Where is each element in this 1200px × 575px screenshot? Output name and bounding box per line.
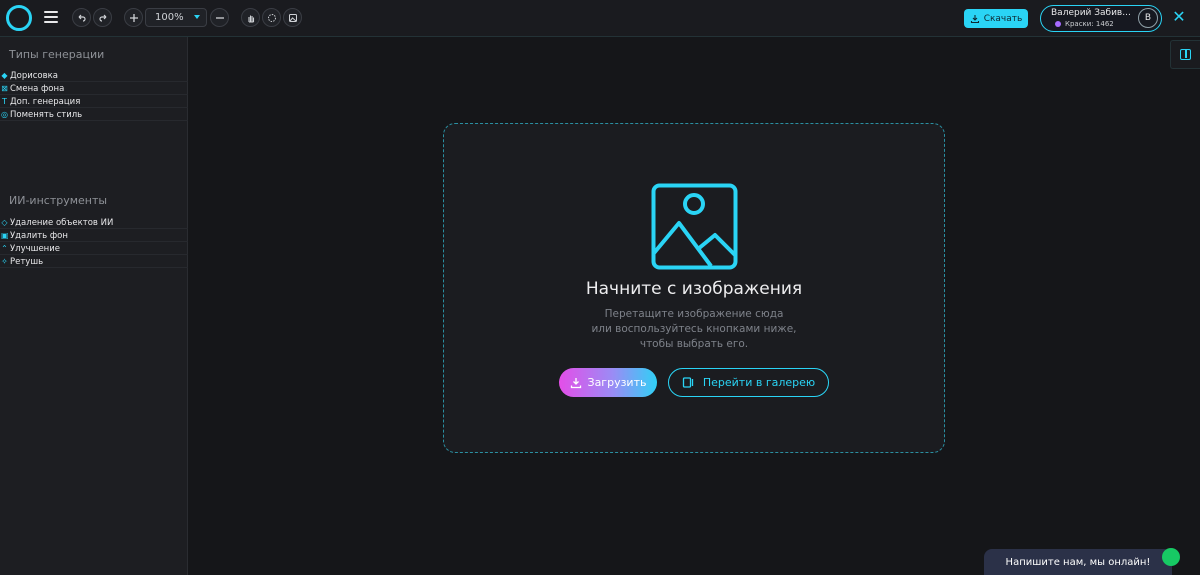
- chat-widget[interactable]: Напишите нам, мы онлайн!: [984, 548, 1180, 575]
- upload-button[interactable]: Загрузить: [559, 368, 657, 397]
- sidebar-item-background-change[interactable]: ⊠ Смена фона: [0, 83, 188, 95]
- sidebar-item-label: Улучшение: [10, 243, 60, 254]
- gallery-button[interactable]: Перейти в галерею: [668, 368, 829, 397]
- plus-icon: [129, 13, 138, 22]
- avatar: В: [1138, 8, 1158, 28]
- dropzone-subtitle-line: чтобы выбрать его.: [639, 338, 749, 350]
- lasso-select-button[interactable]: [262, 8, 281, 27]
- swap-box-icon: ⊠: [1, 84, 8, 93]
- download-icon: [970, 14, 979, 23]
- sidebar-item-change-style[interactable]: ◎ Поменять стиль: [0, 109, 188, 121]
- user-name: Валерий Забив...: [1051, 8, 1131, 18]
- cutout-icon: ▣: [1, 231, 9, 240]
- sidebar-item-label: Доп. генерация: [10, 96, 81, 107]
- sidebar-item-object-removal[interactable]: ◇ Удаление объектов ИИ: [0, 217, 188, 229]
- user-coins: Краски: 1462: [1065, 20, 1114, 28]
- eraser-icon: ◇: [1, 218, 8, 227]
- sidebar-item-remove-background[interactable]: ▣ Удалить фон: [0, 230, 188, 242]
- tools-group: [241, 8, 302, 28]
- zoom-in-button[interactable]: [124, 8, 143, 27]
- panel-icon: [1180, 49, 1191, 60]
- sidebar-item-label: Удаление объектов ИИ: [10, 217, 114, 228]
- sidebar-item-label: Удалить фон: [10, 230, 68, 241]
- dashed-circle-icon: [267, 13, 276, 22]
- sidebar-item-label: Смена фона: [10, 83, 65, 94]
- history-group: [72, 8, 112, 28]
- hand-tool-button[interactable]: [241, 8, 260, 27]
- text-icon: T: [2, 97, 7, 106]
- sidebar: Типы генерации ◆ Дорисовка ⊠ Смена фона …: [0, 37, 188, 575]
- online-status-icon: [1162, 548, 1180, 566]
- sparkle-icon: ✧: [1, 257, 8, 266]
- zoom-in-group: [124, 8, 143, 28]
- zoom-out-button[interactable]: [210, 8, 229, 27]
- dropzone-subtitle: Перетащите изображение сюда или воспольз…: [444, 307, 944, 352]
- undo-button[interactable]: [72, 8, 91, 27]
- redo-icon: [98, 14, 106, 22]
- sidebar-item-label: Поменять стиль: [10, 109, 83, 120]
- dropzone-title: Начните с изображения: [585, 279, 803, 299]
- sidebar-item-retouch[interactable]: ✧ Ретушь: [0, 256, 188, 268]
- undo-icon: [78, 14, 86, 22]
- download-icon: [570, 377, 581, 388]
- gallery-icon: [682, 377, 693, 388]
- zoom-value: 100%: [155, 12, 184, 23]
- sidebar-item-label: Дорисовка: [10, 70, 58, 81]
- image-placeholder-icon: [651, 183, 738, 270]
- chevrons-up-icon: ⌃: [1, 244, 8, 253]
- sidebar-item-enhance[interactable]: ⌃ Улучшение: [0, 243, 188, 255]
- generation-types-title: Типы генерации: [9, 48, 105, 61]
- hamburger-menu-icon[interactable]: [44, 11, 58, 25]
- right-panel-toggle-button[interactable]: [1170, 40, 1200, 69]
- sidebar-item-extra-generation[interactable]: T Доп. генерация: [0, 96, 188, 108]
- zoom-select[interactable]: 100%: [145, 8, 207, 27]
- dropzone-subtitle-line: Перетащите изображение сюда: [604, 308, 784, 320]
- zoom-out-group: [210, 8, 229, 28]
- paint-coin-icon: [1055, 21, 1061, 27]
- top-toolbar: 100% Скачать Валерий Забив... Краски: 14…: [0, 0, 1200, 37]
- close-icon[interactable]: ✕: [1171, 9, 1187, 25]
- download-button[interactable]: Скачать: [964, 9, 1028, 28]
- sidebar-item-outpaint[interactable]: ◆ Дорисовка: [0, 70, 188, 82]
- user-profile[interactable]: Валерий Забив... Краски: 1462 В: [1040, 5, 1162, 32]
- ai-tools-title: ИИ-инструменты: [9, 194, 108, 207]
- logo-ring-icon[interactable]: [6, 5, 32, 31]
- hand-icon: [247, 15, 254, 23]
- chevron-down-icon: [194, 15, 200, 19]
- gallery-label: Перейти в галерею: [702, 376, 816, 389]
- chat-label: Напишите нам, мы онлайн!: [1005, 556, 1151, 568]
- sidebar-item-label: Ретушь: [10, 256, 44, 267]
- image-tool-button[interactable]: [283, 8, 302, 27]
- upload-label: Загрузить: [587, 376, 647, 389]
- dropzone-subtitle-line: или воспользуйтесь кнопками ниже,: [591, 323, 797, 335]
- image-dropzone[interactable]: Начните с изображения Перетащите изображ…: [443, 123, 945, 453]
- minus-icon: [215, 16, 224, 19]
- redo-button[interactable]: [93, 8, 112, 27]
- diamond-icon: ◆: [1, 71, 8, 80]
- palette-icon: ◎: [1, 110, 8, 119]
- image-icon: [288, 13, 297, 22]
- download-label: Скачать: [983, 13, 1023, 24]
